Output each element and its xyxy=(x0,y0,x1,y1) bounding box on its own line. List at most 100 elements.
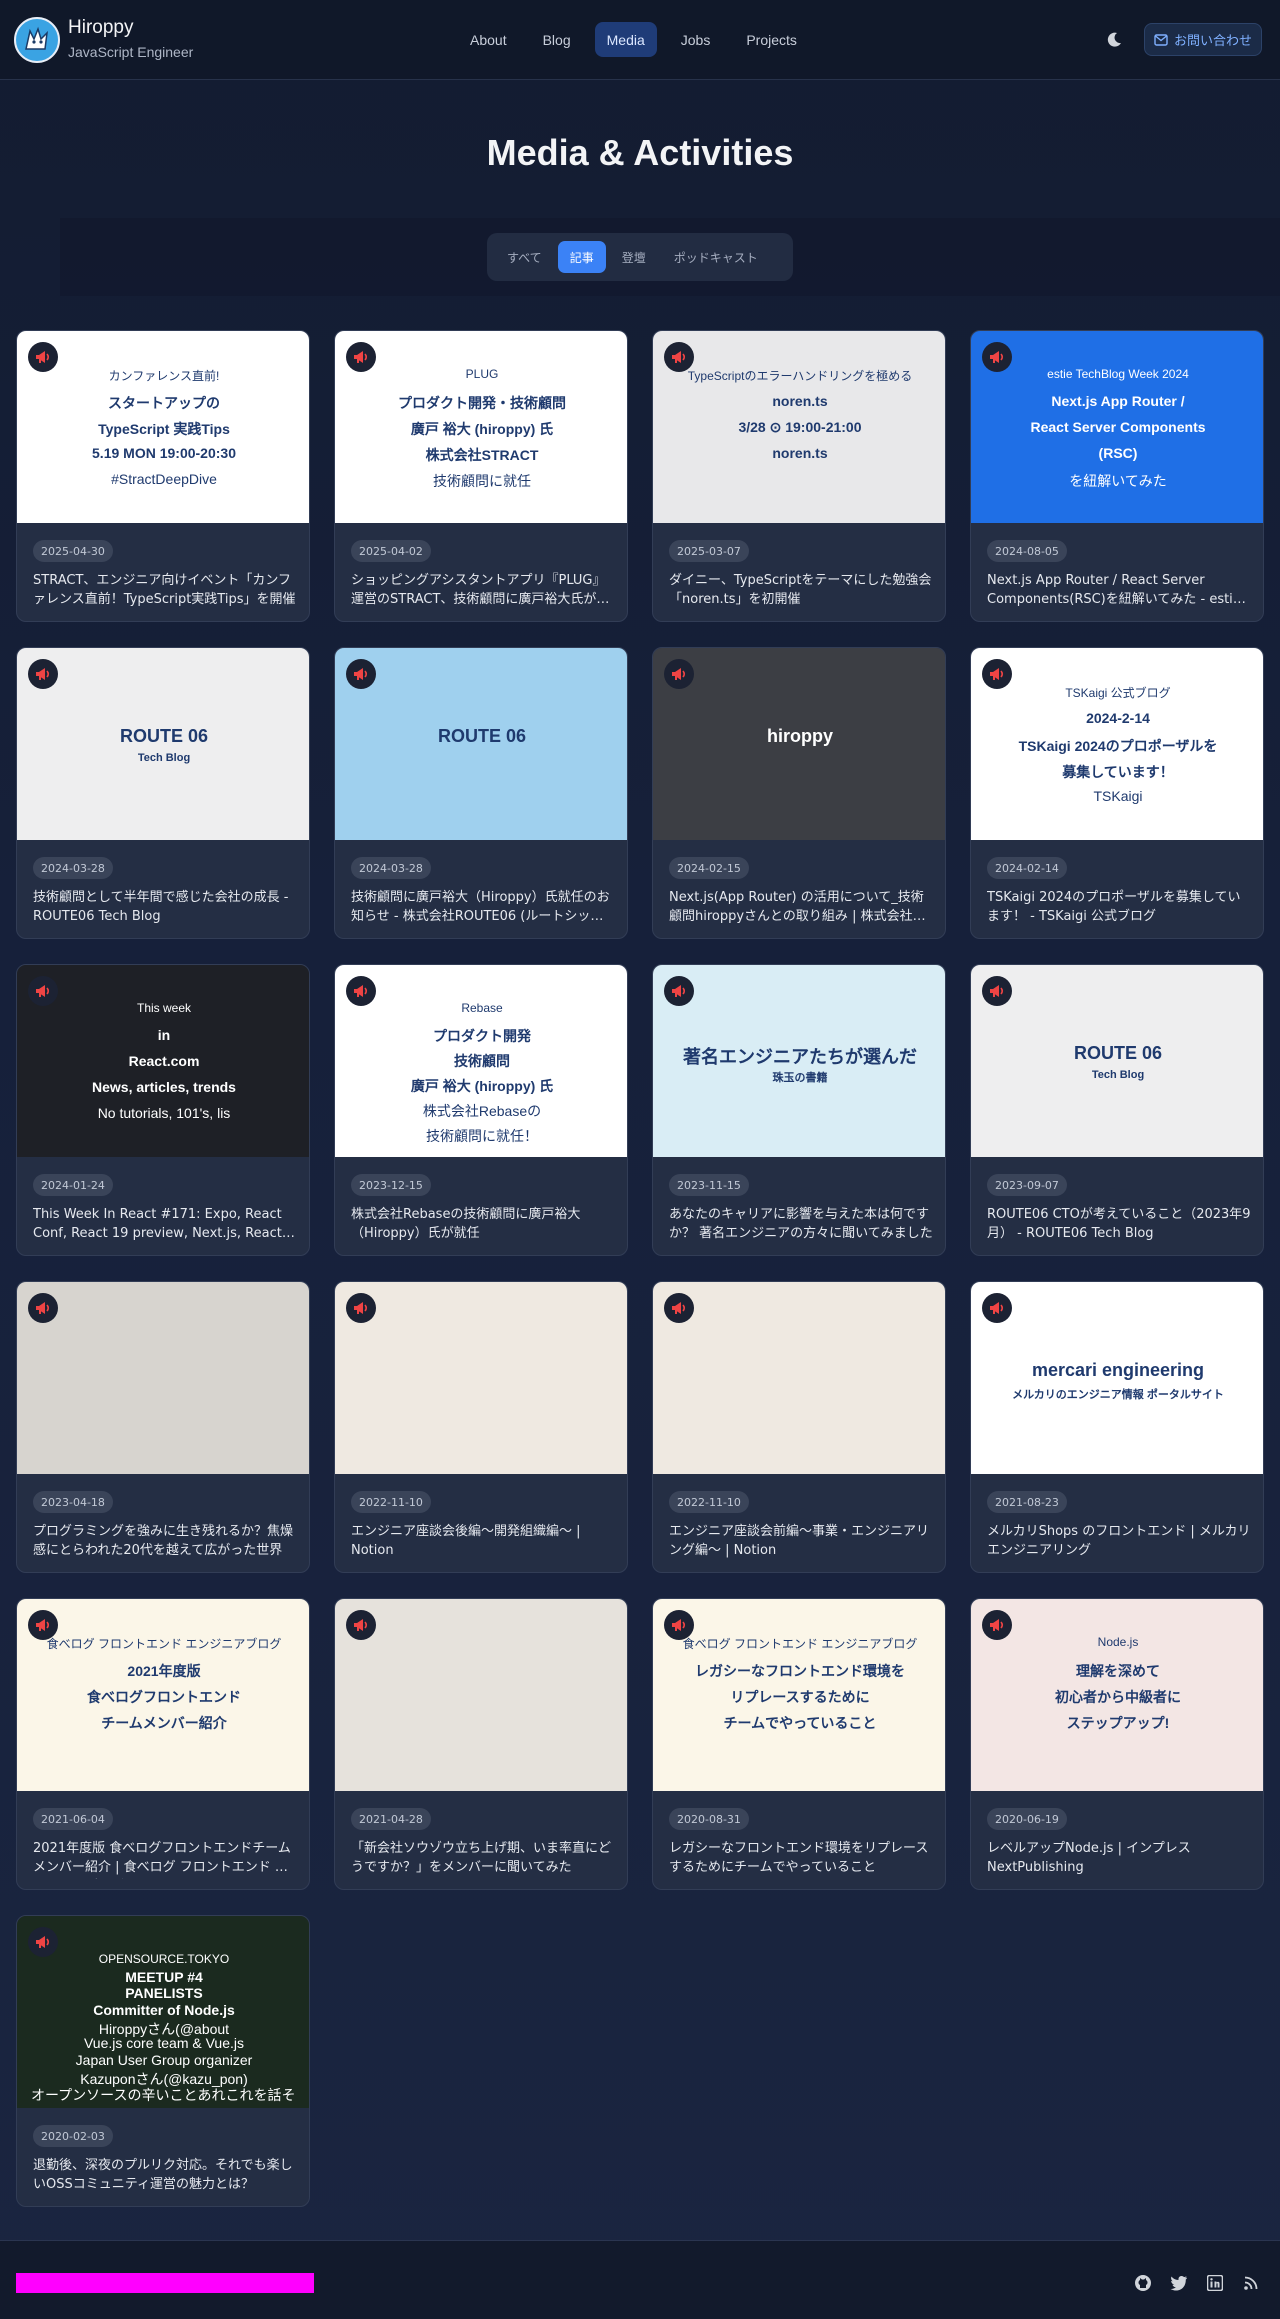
nav-projects[interactable]: Projects xyxy=(734,22,809,57)
site-subtitle: JavaScript Engineer xyxy=(68,44,194,60)
rss-icon[interactable] xyxy=(1241,2273,1261,2293)
card-title[interactable]: 株式会社Rebaseの技術顧問に廣戸裕大（Hiroppy）氏が就任 xyxy=(351,1205,615,1245)
footer-placeholder-bar xyxy=(16,2273,314,2293)
thumbnail-text: Node.js xyxy=(1097,1635,1139,1649)
twitter-icon[interactable] xyxy=(1169,2273,1189,2293)
filter-all[interactable]: すべて xyxy=(495,241,554,273)
card-title[interactable]: レベルアップNode.js | インプレス NextPublishing xyxy=(987,1839,1251,1879)
contact-button[interactable]: お問い合わせ xyxy=(1144,23,1262,56)
card-date: 2022-11-10 xyxy=(669,1491,749,1513)
media-card[interactable]: 2022-11-10 エンジニア座談会後編〜開発組織編〜 | Notion xyxy=(334,1281,628,1573)
thumbnail-text: 理解を深めて xyxy=(1076,1663,1160,1679)
media-card[interactable]: ROUTE 06 2024-03-28 技術顧問に廣戸裕大（Hiroppy）氏就任の… xyxy=(334,647,628,939)
megaphone-icon xyxy=(346,342,376,372)
media-card[interactable]: 食べログ フロントエンド エンジニアブログ レガシーなフロントエンド環境を リプレー… xyxy=(652,1598,946,1890)
media-card[interactable]: Node.js 理解を深めて 初心者から中級者に ステップアップ! 2020-06-19… xyxy=(970,1598,1264,1890)
card-thumbnail: OPENSOURCE.TOKYO MEETUP #4 PANELISTS Commit… xyxy=(17,1916,309,2108)
media-card[interactable]: ROUTE 06 Tech Blog 2024-03-28 技術顧問として半年間で感じ… xyxy=(16,647,310,939)
thumbnail-text: リプレースするために xyxy=(730,1689,870,1705)
card-title[interactable]: メルカリShops のフロントエンド | メルカリエンジニアリング xyxy=(987,1522,1251,1562)
thumbnail-text: プロダクト開発・技術顧問 xyxy=(398,395,566,411)
nav-about[interactable]: About xyxy=(458,22,519,57)
card-title[interactable]: 「新会社ソウゾウ立ち上げ期、いま率直にどうですか？」をメンバーに聞いてみた xyxy=(351,1839,615,1879)
thumbnail-text: チームメンバー紹介 xyxy=(101,1715,227,1731)
site-footer xyxy=(0,2240,1280,2319)
thumbnail-text: オープンソースの辛いことあれこれを話そう xyxy=(31,2087,297,2104)
filter-podcasts[interactable]: ポッドキャスト xyxy=(662,241,770,273)
media-card[interactable]: OPENSOURCE.TOKYO MEETUP #4 PANELISTS Commit… xyxy=(16,1915,310,2207)
card-title[interactable]: Next.js App Router / React Server Compon… xyxy=(987,571,1251,611)
card-title[interactable]: ROUTE06 CTOが考えていること（2023年9月） - ROUTE06 T… xyxy=(987,1205,1251,1245)
media-card[interactable]: 著名エンジニアたちが選んだ 珠玉の書籍 2023-11-15 あなたのキャリアに影響を… xyxy=(652,964,946,1256)
site-name[interactable]: Hiroppy xyxy=(68,17,133,39)
media-card[interactable]: 2023-04-18 プログラミングを強みに生き残れるか？焦燥感にとらわれた20代… xyxy=(16,1281,310,1573)
thumbnail-text: プロダクト開発 xyxy=(433,1028,531,1044)
media-card[interactable]: PLUG プロダクト開発・技術顧問 廣戸 裕大 (hiroppy) 氏株式会社STR… xyxy=(334,330,628,622)
card-title[interactable]: 2021年度版 食べログフロントエンドチームメンバー紹介 | 食べログ フロント… xyxy=(33,1839,297,1879)
megaphone-icon xyxy=(28,1927,58,1957)
media-card[interactable]: 食べログ フロントエンド エンジニアブログ 2021年度版 食べログフロントエンドチ… xyxy=(16,1598,310,1890)
thumbnail-text: 食べログ フロントエンド エンジニアブログ xyxy=(46,1637,282,1651)
avatar-logo[interactable] xyxy=(14,17,60,63)
nav-blog[interactable]: Blog xyxy=(531,22,583,57)
media-card[interactable]: TypeScriptのエラーハンドリングを極める noren.ts 3/28 ⊙ 1… xyxy=(652,330,946,622)
thumbnail-text: 3/28 ⊙ 19:00-21:00 xyxy=(738,419,862,435)
card-title[interactable]: STRACT、エンジニア向けイベント「カンファレンス直前！TypeScript実… xyxy=(33,571,297,611)
thumbnail-text: Vue.js core team & Vue.js xyxy=(83,2035,245,2052)
media-card[interactable]: 2022-11-10 エンジニア座談会前編〜事業・エンジニアリング編〜 | Not… xyxy=(652,1281,946,1573)
media-card[interactable]: TSKaigi 公式ブログ 2024-2-14 TSKaigi 2024のプロポーザ… xyxy=(970,647,1264,939)
card-thumbnail: Node.js 理解を深めて 初心者から中級者に ステップアップ! xyxy=(971,1599,1263,1791)
thumbnail-text: Japan User Group organizer xyxy=(75,2052,253,2068)
github-icon[interactable] xyxy=(1133,2273,1153,2293)
thumbnail-text: 著名エンジニアたちが選んだ xyxy=(683,1047,917,1067)
card-title[interactable]: TSKaigi 2024のプロポーザルを募集しています！ - TSKaigi 公… xyxy=(987,888,1251,928)
filter-articles[interactable]: 記事 xyxy=(557,241,606,273)
thumbnail-text: 技術顧問 xyxy=(454,1053,510,1069)
megaphone-icon xyxy=(982,1293,1012,1323)
megaphone-icon xyxy=(28,659,58,689)
card-title[interactable]: 技術顧問に廣戸裕大（Hiroppy）氏就任のお知らせ - 株式会社ROUTE06… xyxy=(351,888,615,928)
thumbnail-text: mercari engineering xyxy=(1031,1360,1205,1380)
media-card[interactable]: This week in React.com News, articles, tren… xyxy=(16,964,310,1256)
filter-tabs: すべて 記事 登壇 ポッドキャスト xyxy=(487,233,793,281)
card-thumbnail: TSKaigi 公式ブログ 2024-2-14 TSKaigi 2024のプロポーザ… xyxy=(971,648,1263,840)
card-date: 2021-04-28 xyxy=(351,1808,431,1830)
card-title[interactable]: ダイニー、TypeScriptをテーマにした勉強会「noren.ts」を初開催 xyxy=(669,571,933,611)
thumbnail-text: React.com xyxy=(128,1053,200,1069)
card-title[interactable]: エンジニア座談会後編〜開発組織編〜 | Notion xyxy=(351,1522,615,1562)
thumbnail-text: PANELISTS xyxy=(125,1985,203,2002)
theme-toggle-button[interactable] xyxy=(1100,26,1128,54)
thumbnail-text: 食べログフロントエンド xyxy=(87,1689,241,1705)
media-card[interactable]: estie TechBlog Week 2024 Next.js App Rout… xyxy=(970,330,1264,622)
card-title[interactable]: プログラミングを強みに生き残れるか？焦燥感にとらわれた20代を越えて広がった世界 xyxy=(33,1522,297,1562)
card-title[interactable]: Next.js(App Router) の活用について_技術顧問hiroppyさ… xyxy=(669,888,933,928)
card-date: 2021-08-23 xyxy=(987,1491,1067,1513)
card-title[interactable]: 退勤後、深夜のプルリク対応。それでも楽しいOSSコミュニティ運営の魅力とは？ xyxy=(33,2156,297,2196)
card-title[interactable]: ショッピングアシスタントアプリ『PLUG』運営のSTRACT、技術顧問に廣戸裕大… xyxy=(351,571,615,611)
card-title[interactable]: 技術顧問として半年間で感じた会社の成長 - ROUTE06 Tech Blog xyxy=(33,888,297,928)
card-date: 2023-04-18 xyxy=(33,1491,113,1513)
card-title[interactable]: This Week In React #171: Expo, React Con… xyxy=(33,1205,297,1245)
thumbnail-text: Tech Blog xyxy=(137,752,191,764)
media-card[interactable]: mercari engineering メルカリのエンジニア情報 ポータルサイト 2… xyxy=(970,1281,1264,1573)
media-card[interactable]: 2021-04-28 「新会社ソウゾウ立ち上げ期、いま率直にどうですか？」をメンバ… xyxy=(334,1598,628,1890)
megaphone-icon xyxy=(28,342,58,372)
card-thumbnail: 著名エンジニアたちが選んだ 珠玉の書籍 xyxy=(653,965,945,1157)
linkedin-icon[interactable] xyxy=(1205,2273,1225,2293)
thumbnail-text: OPENSOURCE.TOKYO xyxy=(98,1952,230,1966)
thumbnail-text: ROUTE 06 xyxy=(437,726,527,746)
nav-media[interactable]: Media xyxy=(594,22,657,57)
card-thumbnail: mercari engineering メルカリのエンジニア情報 ポータルサイト xyxy=(971,1282,1263,1474)
card-title[interactable]: あなたのキャリアに影響を与えた本は何ですか？ 著名エンジニアの方々に聞いてみまし… xyxy=(669,1205,933,1245)
nav-jobs[interactable]: Jobs xyxy=(669,22,723,57)
thumbnail-text: 廣戸 裕大 (hiroppy) 氏 xyxy=(410,421,554,437)
filter-talks[interactable]: 登壇 xyxy=(610,241,658,273)
thumbnail-text: を紐解いてみた xyxy=(1069,473,1167,489)
media-card[interactable]: Rebase プロダクト開発 技術顧問 廣戸 裕大 (hiroppy) 氏株式会社Re… xyxy=(334,964,628,1256)
mail-icon xyxy=(1154,33,1168,46)
media-card[interactable]: ROUTE 06 Tech Blog 2023-09-07 ROUTE06 CTOが考… xyxy=(970,964,1264,1256)
media-card[interactable]: カンファレンス直前! スタートアップの TypeScript 実践Tips 5.19 … xyxy=(16,330,310,622)
media-card[interactable]: hiroppy 2024-02-15 Next.js(App Router) の活用… xyxy=(652,647,946,939)
card-title[interactable]: レガシーなフロントエンド環境をリプレースするためにチームでやっていること xyxy=(669,1839,933,1879)
card-title[interactable]: エンジニア座談会前編〜事業・エンジニアリング編〜 | Notion xyxy=(669,1522,933,1562)
